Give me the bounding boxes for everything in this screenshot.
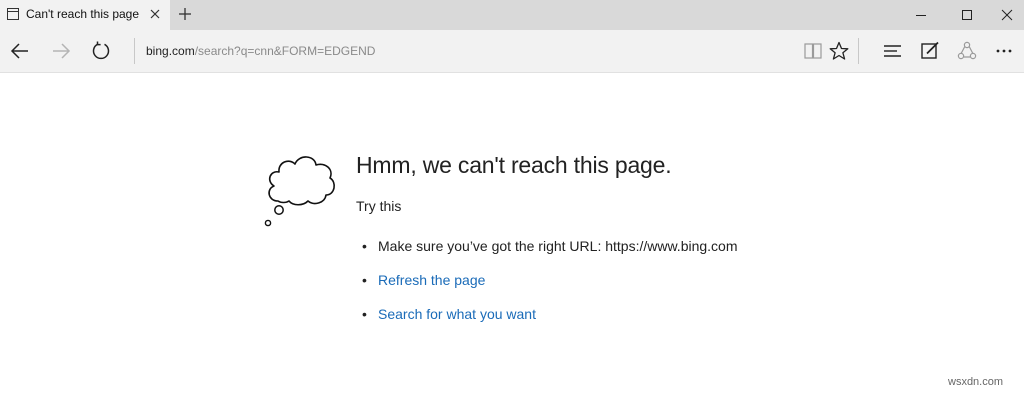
watermark: wsxdn.com bbox=[948, 376, 1004, 388]
tab-close-icon[interactable] bbox=[149, 8, 161, 20]
suggestion-text: Make sure you’ve got the right URL: http… bbox=[378, 238, 738, 254]
back-arrow-icon[interactable] bbox=[9, 40, 31, 62]
maximize-icon bbox=[962, 10, 972, 20]
address-path: /search?q=cnn&FORM=EDGEND bbox=[194, 44, 376, 58]
more-icon[interactable] bbox=[993, 40, 1015, 62]
close-window-button[interactable] bbox=[990, 0, 1024, 30]
minimize-button[interactable] bbox=[898, 0, 944, 30]
tab-title: Can't reach this page bbox=[26, 7, 140, 21]
bullet: • bbox=[362, 272, 367, 288]
forward-arrow-icon[interactable] bbox=[50, 40, 72, 62]
minimize-icon bbox=[916, 15, 926, 16]
page-icon bbox=[7, 8, 19, 20]
refresh-page-link[interactable]: Refresh the page bbox=[378, 272, 485, 288]
address-host: bing.com bbox=[146, 44, 195, 58]
address-bar[interactable]: bing.com/search?q=cnn&FORM=EDGEND bbox=[146, 44, 375, 58]
book-icon[interactable] bbox=[802, 40, 824, 62]
toolbar-separator bbox=[858, 38, 859, 64]
thought-cloud-icon bbox=[264, 156, 335, 227]
tab-active[interactable]: Can't reach this page bbox=[0, 0, 170, 30]
try-this-label: Try this bbox=[356, 198, 402, 214]
navigation-bar: bing.com/search?q=cnn&FORM=EDGEND bbox=[0, 30, 1024, 73]
maximize-button[interactable] bbox=[944, 0, 990, 30]
share-icon[interactable] bbox=[956, 40, 978, 62]
address-separator bbox=[134, 38, 135, 64]
new-tab-plus-icon[interactable] bbox=[177, 6, 193, 22]
close-icon bbox=[1001, 9, 1013, 21]
search-link[interactable]: Search for what you want bbox=[378, 306, 536, 322]
tab-bar: Can't reach this page bbox=[0, 0, 1024, 30]
bullet: • bbox=[362, 306, 367, 322]
refresh-icon[interactable] bbox=[90, 40, 112, 62]
bullet: • bbox=[362, 238, 367, 254]
browser-window: Can't reach this page bing.com/search?q=… bbox=[0, 0, 1024, 395]
star-icon[interactable] bbox=[828, 40, 850, 62]
error-headline: Hmm, we can't reach this page. bbox=[356, 152, 672, 178]
pen-icon[interactable] bbox=[919, 40, 941, 62]
hub-icon[interactable] bbox=[882, 40, 904, 62]
